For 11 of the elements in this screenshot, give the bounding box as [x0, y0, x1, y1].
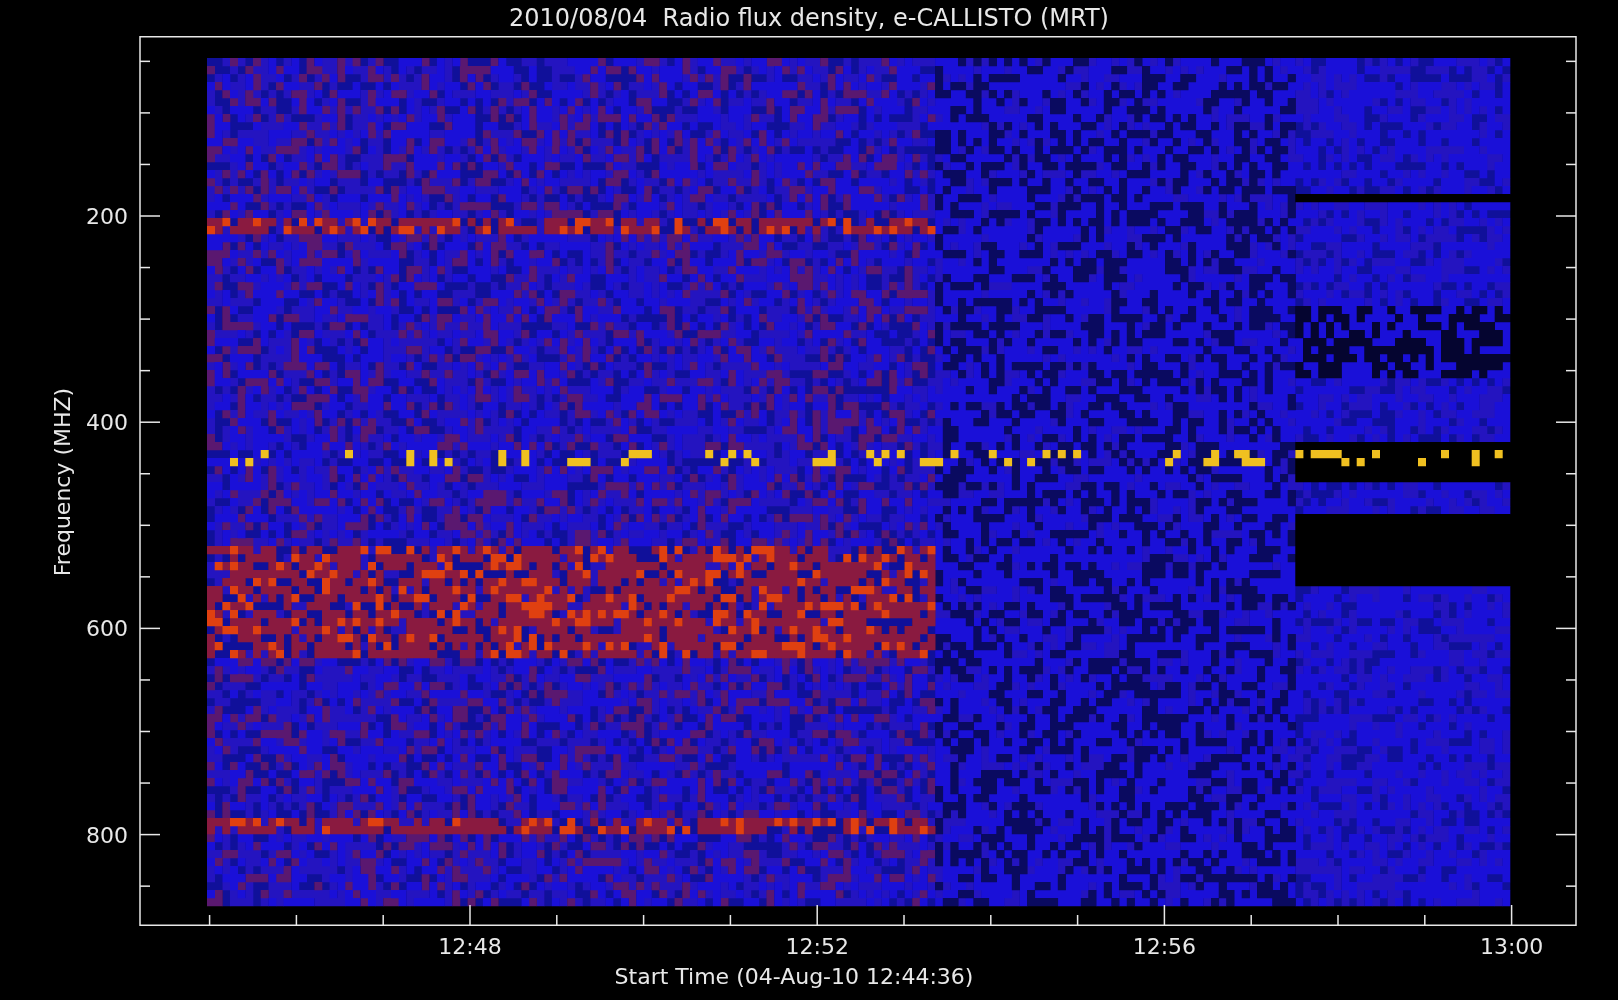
x-tick-label: 12:48 — [438, 934, 502, 959]
x-tick-label: 12:52 — [785, 934, 849, 959]
y-tick-label: 800 — [86, 822, 128, 848]
y-tick-label: 200 — [86, 204, 128, 229]
y-axis-label: Frequency (MHZ) — [50, 387, 75, 577]
chart-title: 2010/08/04 Radio flux density, e-CALLISTO (MRT) — [509, 3, 1109, 33]
x-tick-label: 12:56 — [1132, 934, 1197, 959]
x-axis-label: Start Time (04-Aug-10 12:44:36) — [614, 964, 974, 990]
y-tick-label: 600 — [86, 616, 128, 642]
y-tick-label: 400 — [86, 410, 128, 436]
x-tick-label: 13:00 — [1479, 934, 1544, 959]
